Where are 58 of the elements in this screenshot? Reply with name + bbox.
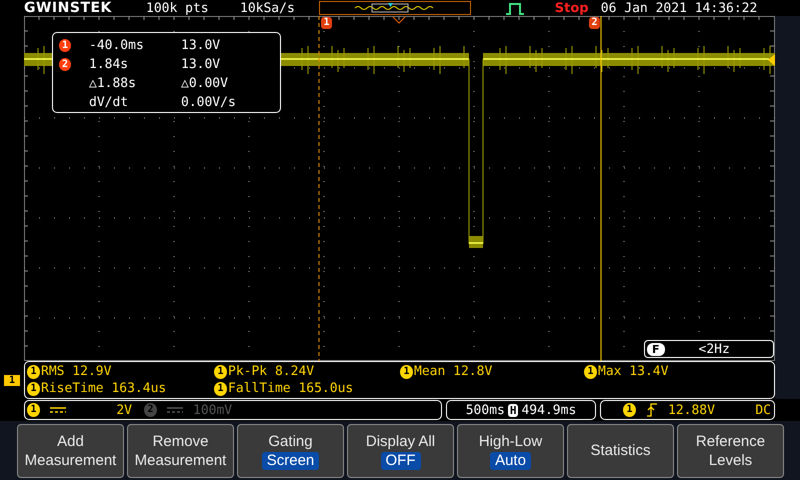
softkey-button[interactable]: Reference Levels [677,424,784,478]
measurement-value: Mean 12.8V [414,364,492,379]
cursor-label: 2 [589,17,600,29]
record-length: 100k pts [146,0,210,16]
channel-marker: 1 [4,374,20,386]
cursor-value: 13.0V [181,38,220,53]
frequency-value: <2Hz [698,342,730,356]
measurement-value: FallTime 165.0us [228,381,354,396]
channel-badge: 1 [400,364,413,378]
run-state: Stop [554,0,590,16]
measurement-value: RMS 12.9V [41,364,112,379]
date-time: 06 Jan 2021 14:36:22 [600,0,758,16]
softkey-button[interactable]: Display All OFF [347,424,454,478]
channel-badge: 1 [214,382,227,396]
channel-badge: 1 [27,364,40,378]
channel-badge: 1 [584,364,597,378]
channel-status-panel[interactable]: 1 2V 2 100mV [24,400,442,420]
sample-rate: 10kSa/s [240,0,295,16]
time-scale: 500ms [466,402,505,418]
rising-edge-icon [646,403,658,418]
vertical-scale: 2V [115,402,132,418]
cursor-value: △0.00V [181,76,228,91]
softkey-button[interactable]: Add Measurement [17,424,124,478]
cursor-value: 1.84s [89,57,130,72]
measurement-value: RiseTime 163.4us [41,381,166,396]
channel-badge: 2 [144,403,157,418]
channel-badge: 1 [27,403,40,418]
softkey-button[interactable]: High-Low Auto [457,424,564,478]
trigger-pulse-icon [504,1,525,15]
dc-coupling-icon [167,406,183,414]
cursor-marker: 1 [59,39,71,52]
timebase-panel[interactable]: 500ms H 494.9ms [446,400,596,420]
softkey-button[interactable]: Statistics [567,424,674,478]
cursor-label: 1 [321,17,332,29]
cursor-value: -40.0ms [89,38,145,53]
trigger-panel[interactable]: 1 12.88V DC [600,400,775,420]
trigger-coupling: DC [755,402,771,418]
cursor-value: △1.88s [89,76,137,91]
softkey-button[interactable]: Gating Screen [237,424,344,478]
counter-badge: F [647,342,665,356]
cursor-value: dV/dt [89,95,130,110]
softkey-button[interactable]: Remove Measurement [127,424,234,478]
channel-badge: 1 [214,364,227,378]
channel-badge: 1 [27,382,40,396]
horizontal-position: 494.9ms [521,402,576,418]
cursor-marker: 2 [59,58,71,71]
trigger-level: 12.88V [668,402,715,418]
vertical-scale: 100mV [193,402,234,418]
dc-coupling-icon [50,406,66,414]
measurement-value: Pk-Pk 8.24V [228,364,314,379]
cursor-line[interactable] [318,16,320,361]
channel-badge: 1 [623,403,636,418]
position-badge: H [508,404,518,417]
cursor-value: 13.0V [181,57,220,72]
measurement-value: Max 13.4V [598,364,668,379]
cursor-value: 0.00V/s [181,95,236,110]
brand-logo: GWINSTEK [24,0,113,16]
trigger-position-marker [392,16,406,24]
